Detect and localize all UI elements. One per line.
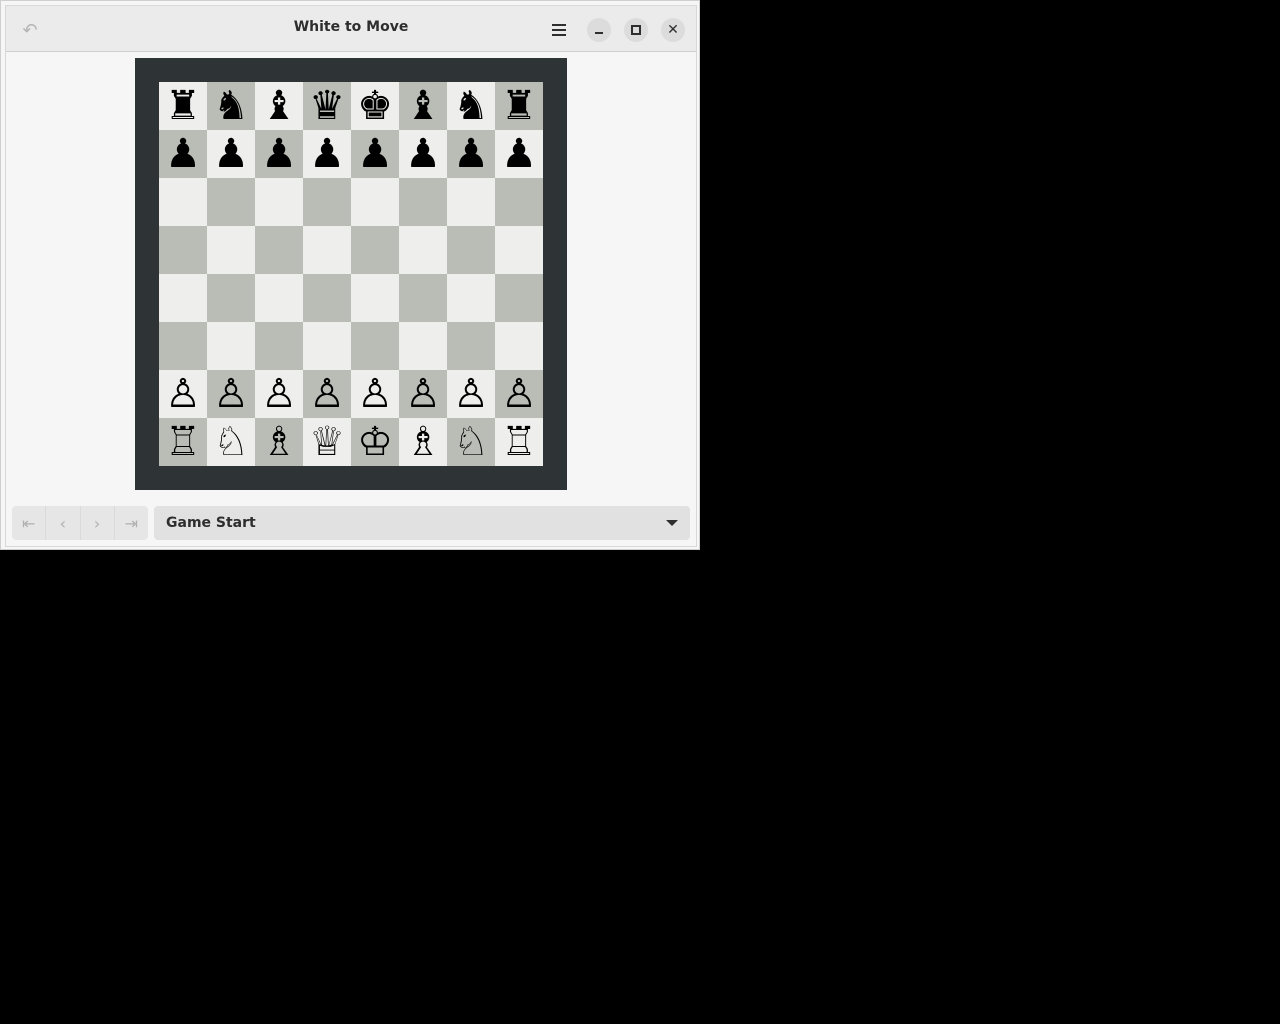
headerbar: ↶ White to Move ✕ [6, 6, 696, 52]
hamburger-menu-icon [552, 21, 566, 39]
square-a7[interactable]: ♟ [159, 130, 207, 178]
square-b7[interactable]: ♟ [207, 130, 255, 178]
square-c1[interactable]: ♗ [255, 418, 303, 466]
maximize-button[interactable] [624, 18, 648, 42]
square-e7[interactable]: ♟ [351, 130, 399, 178]
square-a1[interactable]: ♖ [159, 418, 207, 466]
square-d3[interactable] [303, 322, 351, 370]
square-d7[interactable]: ♟ [303, 130, 351, 178]
square-c8[interactable]: ♝ [255, 82, 303, 130]
maximize-icon [631, 25, 641, 35]
square-b1[interactable]: ♘ [207, 418, 255, 466]
square-h7[interactable]: ♟ [495, 130, 543, 178]
square-h6[interactable] [495, 178, 543, 226]
previous-move-button[interactable]: ‹ [46, 506, 81, 540]
minimize-icon [595, 32, 603, 34]
square-e4[interactable] [351, 274, 399, 322]
undo-icon: ↶ [22, 19, 38, 41]
close-icon: ✕ [667, 22, 679, 38]
square-c3[interactable] [255, 322, 303, 370]
square-g2[interactable]: ♙ [447, 370, 495, 418]
square-d6[interactable] [303, 178, 351, 226]
last-move-button[interactable]: ⇥ [115, 506, 148, 540]
square-h3[interactable] [495, 322, 543, 370]
square-g5[interactable] [447, 226, 495, 274]
square-g7[interactable]: ♟ [447, 130, 495, 178]
square-f5[interactable] [399, 226, 447, 274]
move-history-dropdown[interactable]: Game Start [154, 506, 690, 540]
square-e3[interactable] [351, 322, 399, 370]
square-a4[interactable] [159, 274, 207, 322]
square-b2[interactable]: ♙ [207, 370, 255, 418]
square-d1[interactable]: ♕ [303, 418, 351, 466]
square-b5[interactable] [207, 226, 255, 274]
square-h5[interactable] [495, 226, 543, 274]
square-c7[interactable]: ♟ [255, 130, 303, 178]
square-a6[interactable] [159, 178, 207, 226]
square-d2[interactable]: ♙ [303, 370, 351, 418]
square-a2[interactable]: ♙ [159, 370, 207, 418]
square-b8[interactable]: ♞ [207, 82, 255, 130]
square-h8[interactable]: ♜ [495, 82, 543, 130]
square-f1[interactable]: ♗ [399, 418, 447, 466]
chessboard[interactable]: ♜ ♞ ♝ ♛ ♚ ♝ ♞ ♜ ♟ ♟ ♟ ♟ ♟ ♟ ♟ ♟ ♙ ♙ ♙ ♙ ♙ ♙ ♙ ♙ ♖ ♘ ♗ ♕ ♔ ♗ ♘ ♖ [159, 82, 543, 466]
square-a5[interactable] [159, 226, 207, 274]
chessboard-frame: ♜ ♞ ♝ ♛ ♚ ♝ ♞ ♜ ♟ ♟ ♟ ♟ ♟ ♟ ♟ ♟ ♙ ♙ ♙ ♙ ♙ ♙ ♙ ♙ ♖ ♘ ♗ ♕ ♔ ♗ ♘ ♖ [135, 58, 567, 490]
square-f8[interactable]: ♝ [399, 82, 447, 130]
square-c6[interactable] [255, 178, 303, 226]
previous-move-icon: ‹ [59, 513, 67, 533]
square-d5[interactable] [303, 226, 351, 274]
square-e8[interactable]: ♚ [351, 82, 399, 130]
chess-window: ↶ White to Move ✕ ♜ ♞ ♝ ♛ ♚ ♝ ♞ ♜ ♟ ♟ ♟ ♟ ♟ ♟ ♟ ♟ ♙ ♙ ♙ ♙ ♙ ♙… [0, 0, 700, 550]
square-c4[interactable] [255, 274, 303, 322]
undo-button[interactable]: ↶ [16, 16, 44, 44]
first-move-button[interactable]: ⇤ [12, 506, 47, 540]
square-f3[interactable] [399, 322, 447, 370]
close-button[interactable]: ✕ [661, 18, 685, 42]
chevron-down-icon [666, 520, 678, 526]
square-g1[interactable]: ♘ [447, 418, 495, 466]
square-d8[interactable]: ♛ [303, 82, 351, 130]
first-move-icon: ⇤ [21, 513, 36, 533]
square-c5[interactable] [255, 226, 303, 274]
square-f7[interactable]: ♟ [399, 130, 447, 178]
square-a8[interactable]: ♜ [159, 82, 207, 130]
move-navigation: ⇤ ‹ › ⇥ [12, 506, 148, 540]
square-d4[interactable] [303, 274, 351, 322]
square-b6[interactable] [207, 178, 255, 226]
square-f4[interactable] [399, 274, 447, 322]
last-move-icon: ⇥ [124, 513, 139, 533]
square-b4[interactable] [207, 274, 255, 322]
move-history-selected: Game Start [166, 515, 256, 531]
square-e5[interactable] [351, 226, 399, 274]
square-h4[interactable] [495, 274, 543, 322]
square-g4[interactable] [447, 274, 495, 322]
square-c2[interactable]: ♙ [255, 370, 303, 418]
window-frame: ↶ White to Move ✕ ♜ ♞ ♝ ♛ ♚ ♝ ♞ ♜ ♟ ♟ ♟ ♟ ♟ ♟ ♟ ♟ ♙ ♙ ♙ ♙ ♙ ♙… [5, 5, 697, 547]
square-e1[interactable]: ♔ [351, 418, 399, 466]
main-menu-button[interactable] [544, 17, 574, 43]
square-g8[interactable]: ♞ [447, 82, 495, 130]
minimize-button[interactable] [587, 18, 611, 42]
square-g6[interactable] [447, 178, 495, 226]
square-f6[interactable] [399, 178, 447, 226]
next-move-icon: › [93, 513, 101, 533]
square-a3[interactable] [159, 322, 207, 370]
square-e6[interactable] [351, 178, 399, 226]
next-move-button[interactable]: › [81, 506, 115, 540]
square-f2[interactable]: ♙ [399, 370, 447, 418]
square-h2[interactable]: ♙ [495, 370, 543, 418]
square-b3[interactable] [207, 322, 255, 370]
square-g3[interactable] [447, 322, 495, 370]
square-e2[interactable]: ♙ [351, 370, 399, 418]
square-h1[interactable]: ♖ [495, 418, 543, 466]
